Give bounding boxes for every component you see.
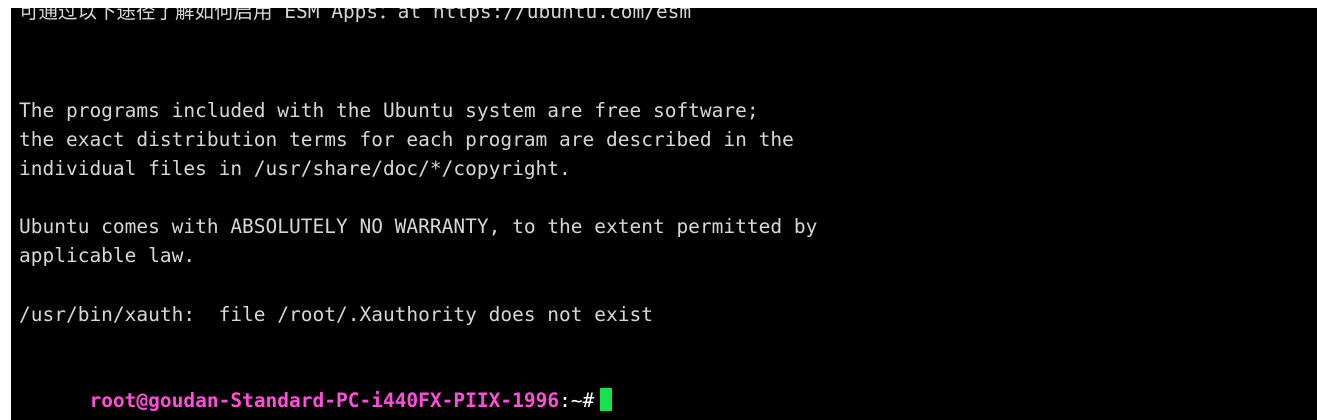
prompt-user-host: root@goudan-Standard-PC-i440FX-PIIX-1996: [89, 389, 560, 412]
terminal-line-distribution-terms: the exact distribution terms for each pr…: [19, 128, 794, 151]
terminal-line-free-software: The programs included with the Ubuntu sy…: [19, 99, 759, 122]
terminal-line-warranty: Ubuntu comes with ABSOLUTELY NO WARRANTY…: [19, 215, 818, 238]
terminal-line-esm: 可通过以下途径了解如何启用 ESM Apps：at https://ubuntu…: [19, 8, 692, 23]
terminal-prompt-line[interactable]: root@goudan-Standard-PC-i440FX-PIIX-1996…: [19, 359, 613, 412]
terminal-window[interactable]: 可通过以下途径了解如何启用 ESM Apps：at https://ubuntu…: [11, 8, 1317, 420]
terminal-line-copyright-files: individual files in /usr/share/doc/*/cop…: [19, 157, 571, 180]
terminal-line-xauth-warning: /usr/bin/xauth: file /root/.Xauthority d…: [19, 303, 653, 326]
terminal-line-applicable-law: applicable law.: [19, 244, 196, 267]
screenshot-frame: 可通过以下途径了解如何启用 ESM Apps：at https://ubuntu…: [0, 0, 1317, 420]
prompt-path: :~#: [559, 389, 595, 412]
terminal-cursor[interactable]: [600, 388, 613, 411]
